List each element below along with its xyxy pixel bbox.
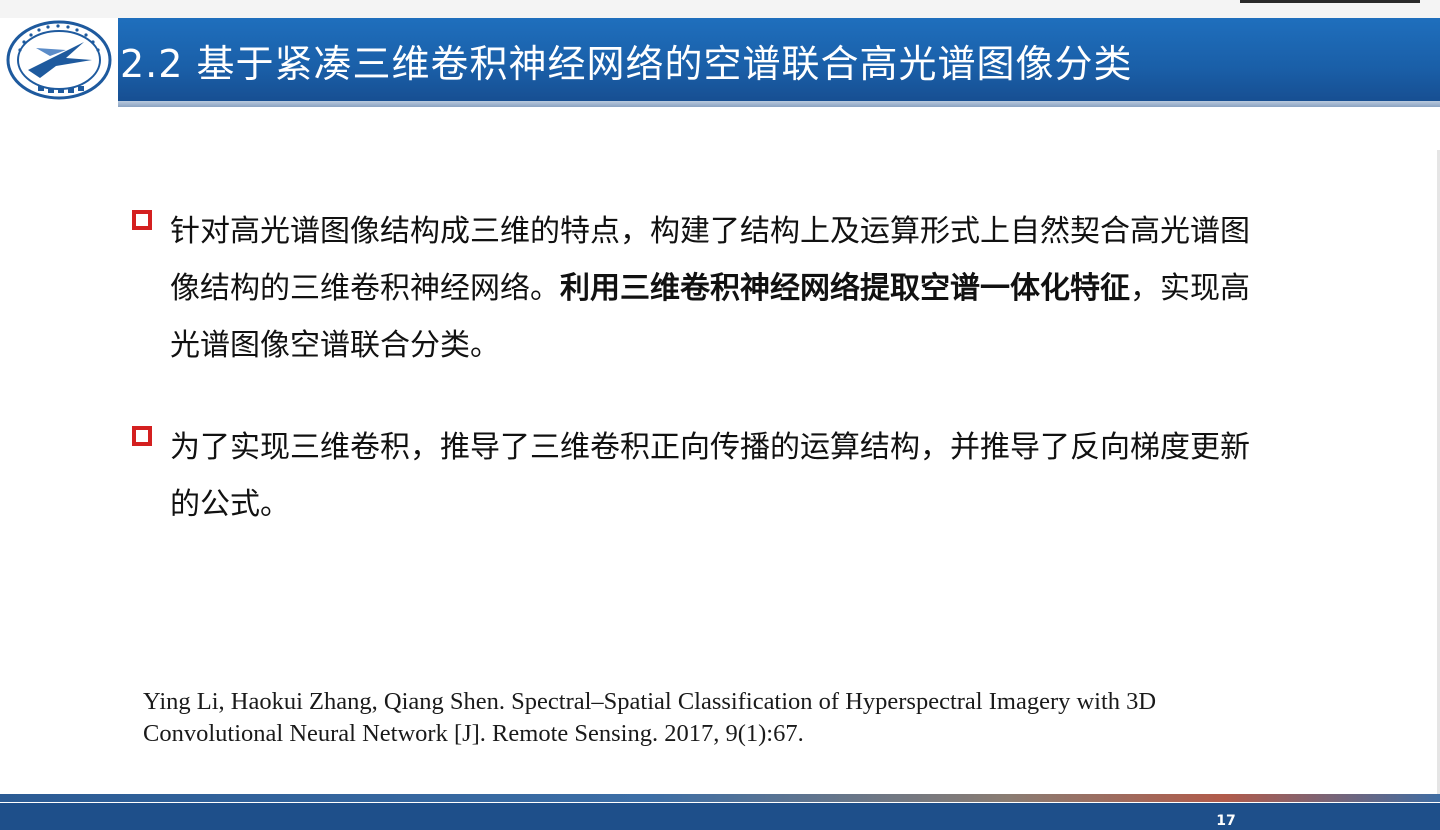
bullet-text-part: 为了实现三维卷积，推导了三维卷积正向传播的运算结构，并推导了反向梯度更新的公式。 (170, 430, 1250, 522)
bullet-item: 为了实现三维卷积，推导了三维卷积正向传播的运算结构，并推导了反向梯度更新的公式。 (132, 419, 1262, 533)
reference-citation: Ying Li, Haokui Zhang, Qiang Shen. Spect… (143, 688, 1157, 747)
slide: 2.2 基于紧凑三维卷积神经网络的空谱联合高光谱图像分类 针对高光谱图像结构成三… (0, 0, 1440, 830)
top-dark-tab (1240, 0, 1420, 3)
top-strip (0, 0, 1440, 18)
page-number: 17 (1216, 813, 1236, 829)
bullet-text: 为了实现三维卷积，推导了三维卷积正向传播的运算结构，并推导了反向梯度更新的公式。 (170, 419, 1262, 533)
bullet-bold-text: 利用三维卷积神经网络提取空谱一体化特征 (560, 271, 1130, 306)
university-seal-icon (6, 20, 112, 100)
logo-container (0, 18, 118, 101)
bullet-item: 针对高光谱图像结构成三维的特点，构建了结构上及运算形式上自然契合高光谱图像结构的… (132, 203, 1262, 374)
square-bullet-icon (132, 210, 152, 230)
title-bar-underline (118, 101, 1440, 107)
footer-accent-stripe (0, 794, 1440, 802)
slide-title: 2.2 基于紧凑三维卷积神经网络的空谱联合高光谱图像分类 (120, 42, 1133, 86)
square-bullet-icon (132, 426, 152, 446)
bullet-text: 针对高光谱图像结构成三维的特点，构建了结构上及运算形式上自然契合高光谱图像结构的… (170, 203, 1262, 374)
